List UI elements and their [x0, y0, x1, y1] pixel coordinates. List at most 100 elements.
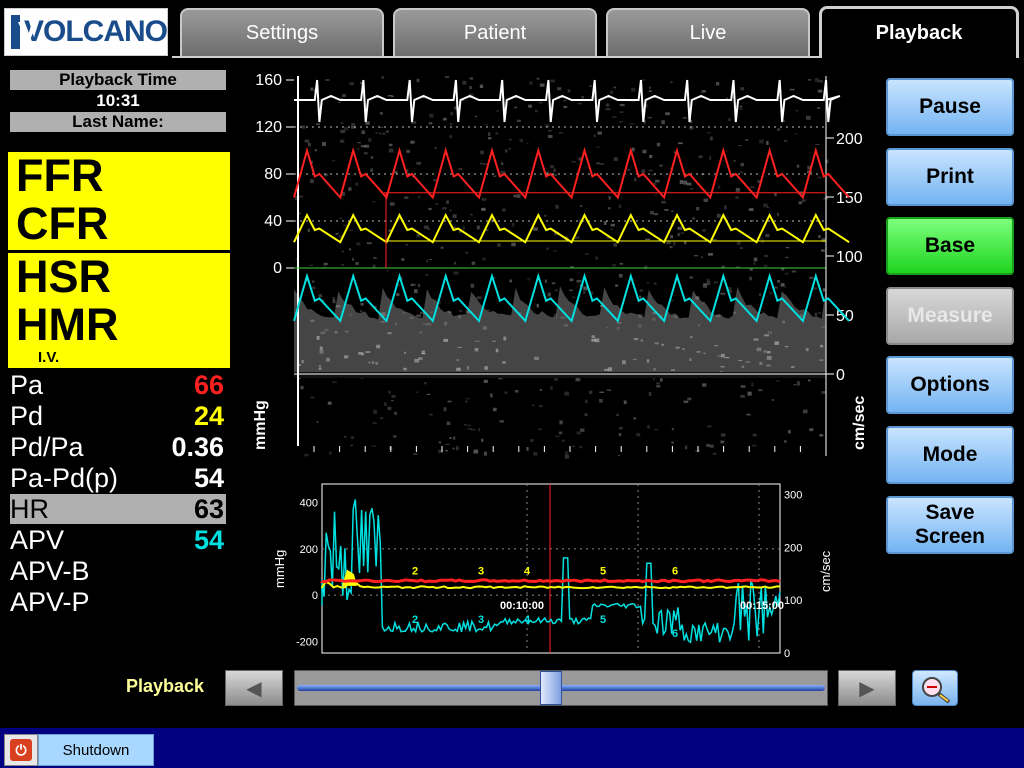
tab-patient[interactable]: Patient	[393, 8, 597, 56]
hsr-label: HSR	[16, 251, 112, 302]
metric-value: 0.36	[171, 432, 224, 462]
trend-marker-lower: 4	[524, 614, 531, 626]
playback-time-value: 10:31	[96, 91, 140, 110]
waveform-panel: 160 120 80 40 0 200 150 100 50 0 mmHg cm/sec	[240, 66, 880, 466]
trend-marker-lower: 5	[600, 614, 606, 626]
right-tick-label: 200	[836, 131, 863, 148]
trend-marker-upper: 6	[672, 565, 678, 577]
brand-name: VOLCANO	[24, 15, 168, 48]
right-tick-label: 150	[836, 190, 863, 207]
left-tick-label: 160	[255, 72, 282, 89]
metric-value	[224, 587, 226, 617]
right-tick-label: 100	[836, 249, 863, 266]
hsr-hmr-box[interactable]: HSR HMR I.V.	[8, 253, 230, 368]
trend-chart: 400 200 0 -200 300 200 100 0 mmHg cm/sec 2 2 3 3 4 4 5 5 6…	[272, 483, 833, 660]
metric-label: APV-P	[10, 587, 90, 617]
trend-right-tick-label: 200	[784, 542, 802, 554]
metric-label: Pa-Pd(p)	[10, 463, 119, 493]
metric-row-hr: HR 63	[10, 494, 226, 524]
playback-label: Playback	[126, 676, 205, 696]
metric-row-apv-p: APV-P	[10, 587, 226, 617]
tab-settings[interactable]: Settings	[180, 8, 384, 56]
metric-label: APV-B	[10, 556, 90, 586]
base-button[interactable]: Base	[886, 217, 1014, 275]
metric-row-pa: Pa 66	[10, 370, 226, 400]
print-button[interactable]: Print	[886, 148, 1014, 206]
right-unit-label: cm/sec	[851, 396, 868, 450]
last-name-label: Last Name:	[10, 112, 226, 132]
waveform-chart: 16012080400200150100500mmHg cm/sec	[240, 66, 880, 466]
metric-row-pd: Pd 24	[10, 401, 226, 431]
trend-time-label: 00:10:00	[500, 600, 544, 612]
left-tick-label: 80	[264, 166, 282, 183]
trend-marker-upper: 4	[524, 565, 531, 577]
metric-value: 54	[193, 525, 224, 555]
metric-label: HR	[10, 494, 49, 524]
playback-slider[interactable]	[294, 670, 828, 706]
iv-label: I.V.	[38, 349, 60, 366]
trend-left-tick-label: 200	[300, 544, 318, 556]
trend-marker-upper: 3	[478, 565, 484, 577]
metric-row-pa-pd-p-: Pa-Pd(p) 54	[10, 463, 226, 493]
ffr-label: FFR	[16, 150, 104, 201]
slider-thumb[interactable]	[540, 671, 562, 705]
trend-marker-upper: 5	[600, 565, 606, 577]
trend-panel: 400 200 0 -200 300 200 100 0 mmHg cm/sec 2 2 3 3 4 4 5 5 6…	[262, 478, 842, 660]
trend-marker-lower: 6	[672, 628, 678, 640]
arrow-left-icon: ◀	[246, 677, 262, 700]
trend-right-tick-label: 0	[784, 648, 790, 660]
tab-underline	[172, 56, 820, 58]
volcano-logo: VOLCANO	[4, 8, 168, 56]
tab-playback[interactable]: Playback	[819, 6, 1019, 58]
metric-label: Pd	[10, 401, 44, 431]
trend-marker-upper: 2	[412, 565, 418, 577]
metric-row-apv: APV 54	[10, 525, 226, 555]
hmr-label: HMR	[16, 299, 119, 350]
ffr-cfr-box[interactable]: FFR CFR	[8, 152, 230, 250]
volcano-logo-icon	[11, 15, 20, 49]
metric-label: Pa	[10, 370, 44, 400]
cfr-label: CFR	[16, 198, 109, 249]
metric-value: 63	[193, 494, 224, 524]
zoom-out-button[interactable]	[912, 670, 958, 706]
right-tick-label: 0	[836, 367, 845, 384]
playback-back-button[interactable]: ◀	[225, 670, 283, 706]
power-icon: ⏻	[10, 739, 32, 761]
measure-button[interactable]: Measure	[886, 287, 1014, 345]
trend-marker-lower: 2	[412, 614, 418, 626]
trend-right-tick-label: 300	[784, 490, 802, 502]
trend-right-unit: cm/sec	[818, 550, 833, 592]
trend-frame	[321, 483, 781, 654]
metric-label: APV	[10, 525, 65, 555]
pause-button[interactable]: Pause	[886, 78, 1014, 136]
trend-left-tick-label: -200	[296, 636, 318, 648]
trend-time-label: 00:15:00	[740, 600, 784, 612]
shutdown-button[interactable]: Shutdown	[38, 734, 154, 766]
left-tick-label: 0	[273, 260, 282, 277]
playback-forward-button[interactable]: ▶	[838, 670, 896, 706]
trend-pa-trace	[320, 578, 781, 584]
metric-value	[224, 556, 226, 586]
metric-value: 66	[193, 370, 224, 400]
mode-button[interactable]: Mode	[886, 426, 1014, 484]
metric-value: 54	[193, 463, 224, 493]
magnifier-icon	[922, 677, 951, 704]
tab-live[interactable]: Live	[606, 8, 810, 56]
left-tick-label: 40	[264, 213, 282, 230]
save-screen-button[interactable]: Save Screen	[886, 496, 1014, 554]
left-unit-label: mmHg	[252, 400, 269, 450]
trend-left-tick-label: 400	[300, 498, 318, 510]
trend-left-unit: mmHg	[272, 550, 287, 588]
playback-time-label: Playback Time	[10, 70, 226, 90]
metric-value: 24	[193, 401, 224, 431]
left-tick-label: 120	[255, 119, 282, 136]
options-button[interactable]: Options	[886, 356, 1014, 414]
power-button[interactable]: ⏻	[4, 734, 38, 766]
trend-left-tick-label: 0	[312, 590, 318, 602]
metric-row-apv-b: APV-B	[10, 556, 226, 586]
metric-row-pd-pa: Pd/Pa 0.36	[10, 432, 226, 462]
trend-marker-lower: 3	[478, 614, 484, 626]
metric-label: Pd/Pa	[10, 432, 84, 462]
trend-right-tick-label: 100	[784, 595, 802, 607]
arrow-right-icon: ▶	[859, 677, 875, 700]
